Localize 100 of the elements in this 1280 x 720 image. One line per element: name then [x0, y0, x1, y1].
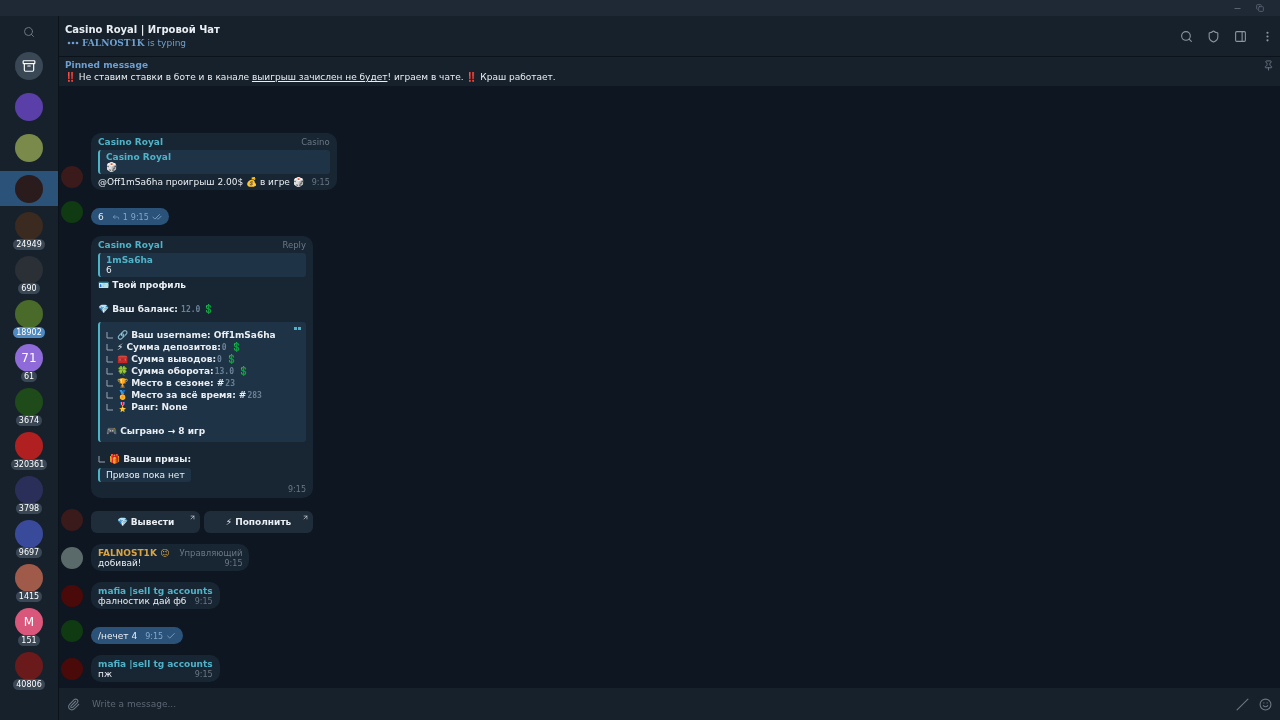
paperclip-icon[interactable] [67, 697, 80, 711]
shield-icon[interactable] [1207, 29, 1220, 43]
sender-name[interactable]: mafia |sell tg accounts [98, 586, 213, 596]
tree-branch-icon [98, 455, 105, 463]
stat-line: 🏆 Место в сезоне: # [117, 378, 225, 388]
message-time: 9:15 [224, 559, 243, 568]
currency-icon: 💲 [230, 342, 242, 352]
search-icon[interactable] [1180, 29, 1193, 43]
currency-icon: 💲 [203, 304, 215, 314]
message-text: добивай! [98, 558, 142, 568]
message-time: 9:15 [288, 485, 306, 494]
user-avatar[interactable] [61, 201, 83, 223]
search-icon[interactable] [23, 26, 35, 38]
balance-label: 💎 Ваш баланс: [98, 304, 178, 314]
user-avatar[interactable] [61, 620, 83, 642]
unread-count: 3674 [15, 415, 43, 426]
pinned-text: ‼ Не ставим ставки в боте и в канале выигрыш зачислен не будет! играем в чате. ‼ Краш работает. [65, 72, 556, 82]
stat-value: 283 [247, 390, 262, 400]
message-time: 9:15 [130, 212, 149, 222]
unread-count: 3798 [15, 503, 43, 514]
quote-author: 1mSa6ha [106, 255, 154, 265]
selected-chat-highlight[interactable] [0, 171, 58, 206]
message-time: 9:15 [194, 597, 213, 606]
balance-value: 12.0 [181, 305, 201, 314]
prizes-label: 🎁 Ваши призы: [109, 454, 191, 464]
sender-name[interactable]: Casino Royal [98, 137, 163, 147]
user-avatar[interactable] [61, 547, 83, 569]
message-text: 6 [98, 212, 104, 222]
archive-icon [22, 58, 36, 73]
inline-keyboard-button[interactable]: 💎 Вывести [91, 511, 200, 533]
reply-label[interactable]: Reply [282, 240, 306, 250]
emoji-icon[interactable] [1259, 697, 1272, 711]
quote-text: 6 [106, 265, 113, 275]
sidebar-toggle-icon[interactable] [1234, 29, 1247, 43]
reply-count: 1 [122, 212, 128, 222]
unread-count: 1415 [15, 591, 43, 602]
reply-icon [111, 213, 120, 221]
reply-quote[interactable]: 1mSa6ha 6 [98, 253, 306, 277]
currency-icon: 💲 [237, 366, 249, 376]
stat-value: 23 [225, 378, 235, 388]
message-time: 9:15 [194, 670, 213, 679]
games-played: 🎮 Сыграно → 8 игр [106, 426, 207, 436]
stat-line: 🧰 Сумма выводов: [117, 354, 216, 364]
stat-line: 🏅 Место за всё время: # [117, 390, 247, 400]
chat-avatar[interactable]: M [15, 608, 43, 636]
currency-icon: 💲 [225, 354, 237, 364]
chat-avatar[interactable] [15, 300, 43, 328]
reply-quote[interactable]: Casino Royal 🎲 [98, 150, 330, 174]
chat-avatar[interactable] [15, 564, 43, 592]
unread-count: 24949 [13, 239, 45, 250]
typing-user: FALNOST1K [82, 38, 145, 48]
unread-count: 61 [20, 371, 38, 382]
quote-text: 🎲 [106, 162, 118, 172]
unread-count: 320361 [10, 459, 48, 470]
sender-tag: Управляющий [179, 548, 243, 558]
message-text: /нечет 4 [98, 631, 138, 641]
external-arrow-icon [189, 514, 196, 521]
unread-count: 40806 [13, 679, 45, 690]
profile-title: 🪪 Твой профиль [98, 280, 187, 290]
message-time: 9:15 [311, 178, 330, 187]
typing-status: is typing [147, 38, 187, 48]
unread-count: 690 [18, 283, 40, 294]
inline-keyboard-button[interactable]: ⚡ Пополнить [204, 511, 313, 533]
prizes-text: Призов пока нет [106, 470, 185, 480]
message-input[interactable]: Write a message... [90, 698, 1226, 710]
message-time: 9:15 [145, 631, 164, 641]
sender-name[interactable]: Casino Royal [98, 240, 163, 250]
chat-avatar[interactable] [15, 520, 43, 548]
message-text: фалностик дай фб [98, 596, 187, 606]
chat-title: Casino Royal | Игровой Чат [65, 24, 220, 35]
maximize-icon[interactable] [1256, 4, 1264, 12]
quote-author: Casino Royal [106, 152, 172, 162]
message-text: пж [98, 669, 112, 679]
chat-avatar[interactable] [15, 174, 43, 203]
sender-name[interactable]: mafia |sell tg accounts [98, 659, 213, 669]
message-text: @Off1mSa6ha проигрыш 2.00$ 💰 в игре 🎲 [98, 177, 304, 187]
unread-count: 18902 [13, 327, 45, 338]
chat-avatar[interactable] [15, 432, 43, 460]
archive-avatar[interactable] [15, 51, 43, 80]
commands-icon[interactable] [1236, 697, 1249, 711]
stat-value: 13.0 [214, 366, 234, 376]
unread-count: 151 [18, 635, 40, 646]
pinned-message-bar[interactable]: Pinned message ‼ Не ставим ставки в боте и в канале выигрыш зачислен не будет! играем в чате. ‼ Краш работает. [59, 56, 1280, 86]
chat-avatar[interactable]: 71 [15, 344, 43, 372]
chat-avatar[interactable] [15, 92, 43, 121]
typing-dots-icon [67, 41, 79, 45]
chat-avatar[interactable] [15, 133, 43, 162]
unread-count: 9697 [15, 547, 43, 558]
pin-icon[interactable] [1263, 60, 1274, 71]
stat-line: ⚡ Сумма депозитов: [117, 342, 221, 352]
message-field[interactable]: Write a message... [59, 688, 1280, 720]
stat-line: 🍀 Сумма оборота: [117, 366, 214, 376]
external-arrow-icon [302, 514, 309, 521]
stat-value: 0 [221, 342, 227, 352]
stat-value: 0 [217, 354, 222, 364]
stat-line: 🎖 Ранг: None [117, 402, 188, 412]
stat-line: 🔗 Ваш username: Off1mSa6ha [117, 330, 276, 340]
sender-name[interactable]: FALNOST1K 😉 [98, 548, 170, 558]
sender-tag: Casino [301, 137, 330, 147]
pinned-label: Pinned message [65, 60, 149, 70]
